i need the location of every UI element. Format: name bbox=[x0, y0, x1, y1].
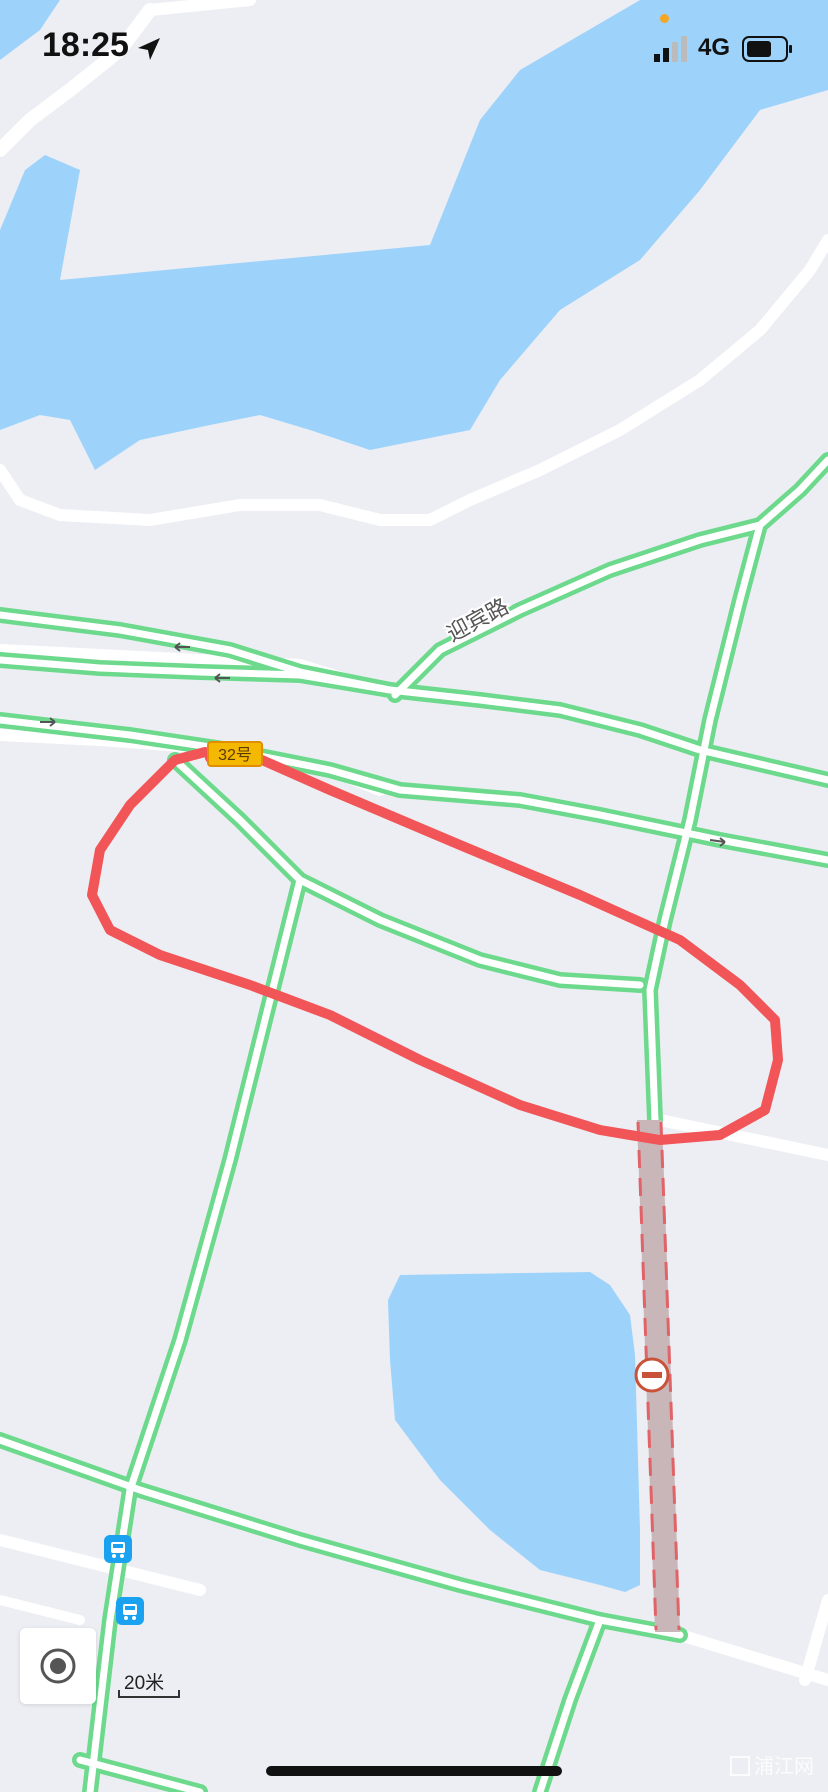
svg-text:32号: 32号 bbox=[218, 746, 252, 764]
home-indicator[interactable] bbox=[266, 1766, 562, 1776]
locate-icon bbox=[40, 1648, 76, 1684]
network-type: 4G bbox=[698, 34, 731, 61]
route-marker[interactable]: 32号 bbox=[207, 741, 263, 767]
status-bar: 18:25 4G bbox=[0, 0, 828, 100]
bus-stop-icon[interactable] bbox=[104, 1535, 132, 1563]
watermark-logo-icon bbox=[730, 1756, 750, 1776]
map-scale: 20米 bbox=[118, 1668, 184, 1702]
signal-bars-icon bbox=[654, 36, 687, 62]
status-time: 18:25 bbox=[42, 26, 129, 64]
pond-lower bbox=[388, 1272, 640, 1592]
privacy-indicator bbox=[660, 14, 669, 23]
scale-bar bbox=[118, 1690, 180, 1698]
watermark-text: 浦江网 bbox=[754, 1756, 814, 1778]
watermark: 浦江网 bbox=[730, 1750, 814, 1779]
locate-button[interactable] bbox=[20, 1628, 96, 1704]
battery-icon bbox=[742, 36, 792, 62]
road-closed-icon[interactable] bbox=[634, 1357, 670, 1393]
bus-stop-icon[interactable] bbox=[116, 1597, 144, 1625]
location-arrow-icon bbox=[138, 38, 160, 60]
map-canvas[interactable]: 32号 迎宾路 bbox=[0, 0, 828, 1792]
